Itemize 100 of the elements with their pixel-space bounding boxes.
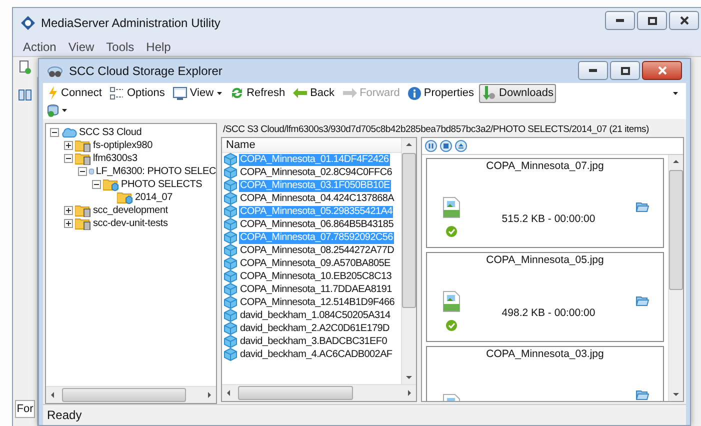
options-icon xyxy=(110,86,124,100)
maximize-icon xyxy=(648,16,656,24)
back-arrow-icon xyxy=(293,88,308,98)
cube-icon xyxy=(224,283,237,296)
file-name[interactable]: COPA_Minnesota_08.2544272A77D xyxy=(239,244,396,256)
toolbar-button[interactable]: View xyxy=(170,84,225,102)
cube-icon xyxy=(224,218,237,231)
window-title: SCC Cloud Storage Explorer xyxy=(69,64,222,78)
download-file-name: COPA_Minnesota_05.jpg xyxy=(485,253,605,266)
view-icon xyxy=(172,86,187,100)
add-storage-button[interactable] xyxy=(47,103,67,118)
tree-item[interactable]: scc_development xyxy=(93,205,168,216)
cube-icon xyxy=(224,166,237,179)
lightning-icon xyxy=(48,86,58,100)
expander-toggle[interactable] xyxy=(64,141,73,150)
window-title: MediaServer Administration Utility xyxy=(41,16,220,30)
stop-icon[interactable] xyxy=(440,140,452,152)
expander-toggle[interactable] xyxy=(64,206,73,215)
document-icon[interactable] xyxy=(19,60,31,74)
close-icon xyxy=(680,16,688,25)
column-header[interactable]: Name xyxy=(222,138,401,153)
jpg-file-icon xyxy=(442,290,460,312)
toolbar-button[interactable]: Properties xyxy=(404,84,478,102)
vertical-scrollbar[interactable] xyxy=(668,155,683,401)
expander-toggle[interactable] xyxy=(50,128,59,137)
cube-icon xyxy=(224,231,237,244)
download-icon xyxy=(482,86,496,100)
minimize-icon xyxy=(616,19,624,22)
file-name[interactable]: COPA_Minnesota_09.A570BA805E xyxy=(239,258,392,270)
tree-item[interactable]: 2014_07 xyxy=(135,192,173,203)
expander-toggle[interactable] xyxy=(78,167,87,176)
pause-icon[interactable] xyxy=(425,140,437,152)
path-text: /SCC S3 Cloud/lfm6300s3/930d7d705c8b42b285bea7bd857bc3a2/PHOTO SELECTS/2014_07 (21 items) xyxy=(222,123,650,137)
menu-item[interactable]: View xyxy=(68,40,94,54)
forward-arrow-icon xyxy=(342,88,357,98)
file-name[interactable]: COPA_Minnesota_04.424C137868A xyxy=(239,192,396,204)
expander-toggle[interactable] xyxy=(92,180,101,189)
tree-item[interactable]: LF_M6300: PHOTO SELEC xyxy=(96,166,216,177)
horizontal-scrollbar[interactable] xyxy=(46,386,216,403)
open-folder-icon[interactable] xyxy=(636,390,649,400)
minimize-button[interactable] xyxy=(578,61,608,80)
file-name[interactable]: david_beckham_3.BADCBC31EF0 xyxy=(239,336,388,348)
download-file-name: COPA_Minnesota_07.jpg xyxy=(485,159,605,172)
file-name[interactable]: david_beckham_1.084C50205A314 xyxy=(239,310,392,322)
expander-toggle[interactable] xyxy=(64,219,73,228)
minimize-icon xyxy=(589,69,597,72)
file-name[interactable]: COPA_Minnesota_10.EB205C8C13 xyxy=(239,270,393,282)
app-icon xyxy=(21,16,35,30)
jpg-file-icon xyxy=(442,196,460,218)
open-folder-icon[interactable] xyxy=(636,296,649,306)
tree-item[interactable]: fs-optiplex980 xyxy=(93,140,152,151)
toolbar-button[interactable]: Back xyxy=(290,85,338,101)
menu-item[interactable]: Tools xyxy=(106,40,134,54)
download-size-text: 498.2 KB - 00:00:00 xyxy=(502,306,596,318)
cube-icon xyxy=(224,270,237,283)
caret-icon xyxy=(216,92,222,94)
menu-item[interactable]: Help xyxy=(146,40,171,54)
caret-icon xyxy=(673,92,678,94)
cube-icon xyxy=(224,257,237,270)
file-name[interactable]: COPA_Minnesota_02.8C94C0FFC6 xyxy=(239,166,394,178)
toolbar-button[interactable]: Connect xyxy=(45,84,105,102)
minimize-button[interactable] xyxy=(605,11,635,30)
maximize-button[interactable] xyxy=(610,61,640,80)
maximize-icon xyxy=(620,66,630,74)
toolbar-button[interactable]: Refresh xyxy=(226,84,288,102)
eject-icon[interactable] xyxy=(455,140,467,152)
info-icon xyxy=(408,86,421,100)
tab[interactable]: For xyxy=(14,400,36,418)
toolbar-button[interactable]: Downloads xyxy=(479,84,556,102)
database-plus-icon xyxy=(47,104,60,117)
expander-toggle[interactable] xyxy=(64,154,73,163)
close-button[interactable] xyxy=(669,11,699,30)
tree-item[interactable]: SCC S3 Cloud xyxy=(79,127,142,138)
download-file-name: COPA_Minnesota_03.jpg xyxy=(485,347,605,360)
caret-icon xyxy=(62,109,67,112)
tree-item[interactable]: lfm6300s3 xyxy=(93,153,138,164)
menu-item[interactable]: Action xyxy=(23,40,56,54)
refresh-icon xyxy=(230,86,244,100)
cube-icon xyxy=(224,153,237,166)
tree-item[interactable]: PHOTO SELECTS xyxy=(121,179,202,190)
horizontal-scrollbar[interactable] xyxy=(222,384,416,401)
cube-icon xyxy=(224,205,237,218)
download-size-text: 515.2 KB - 00:00:00 xyxy=(502,212,596,224)
close-icon xyxy=(658,66,666,75)
close-button[interactable] xyxy=(642,61,682,80)
tree-item[interactable]: scc-dev-unit-tests xyxy=(93,218,168,229)
file-name[interactable]: david_beckham_4.AC6CADB002AF xyxy=(239,348,394,360)
cube-icon xyxy=(224,179,237,192)
file-name[interactable]: COPA_Minnesota_12.514B1D9F466 xyxy=(239,296,396,308)
file-name[interactable]: COPA_Minnesota_11.7DDAEA8191 xyxy=(239,284,393,296)
cube-icon xyxy=(224,322,237,335)
cube-icon xyxy=(224,192,237,205)
file-name[interactable]: COPA_Minnesota_06.864B5B43185 xyxy=(239,218,394,230)
open-folder-icon[interactable] xyxy=(636,202,649,212)
cube-icon xyxy=(224,348,237,361)
toolbar-button[interactable]: Options xyxy=(106,84,168,102)
maximize-button[interactable] xyxy=(637,11,667,30)
file-name[interactable]: david_beckham_2.A2C0D61E179D xyxy=(239,322,390,334)
vertical-scrollbar[interactable] xyxy=(401,138,416,384)
book-icon[interactable] xyxy=(18,89,32,101)
